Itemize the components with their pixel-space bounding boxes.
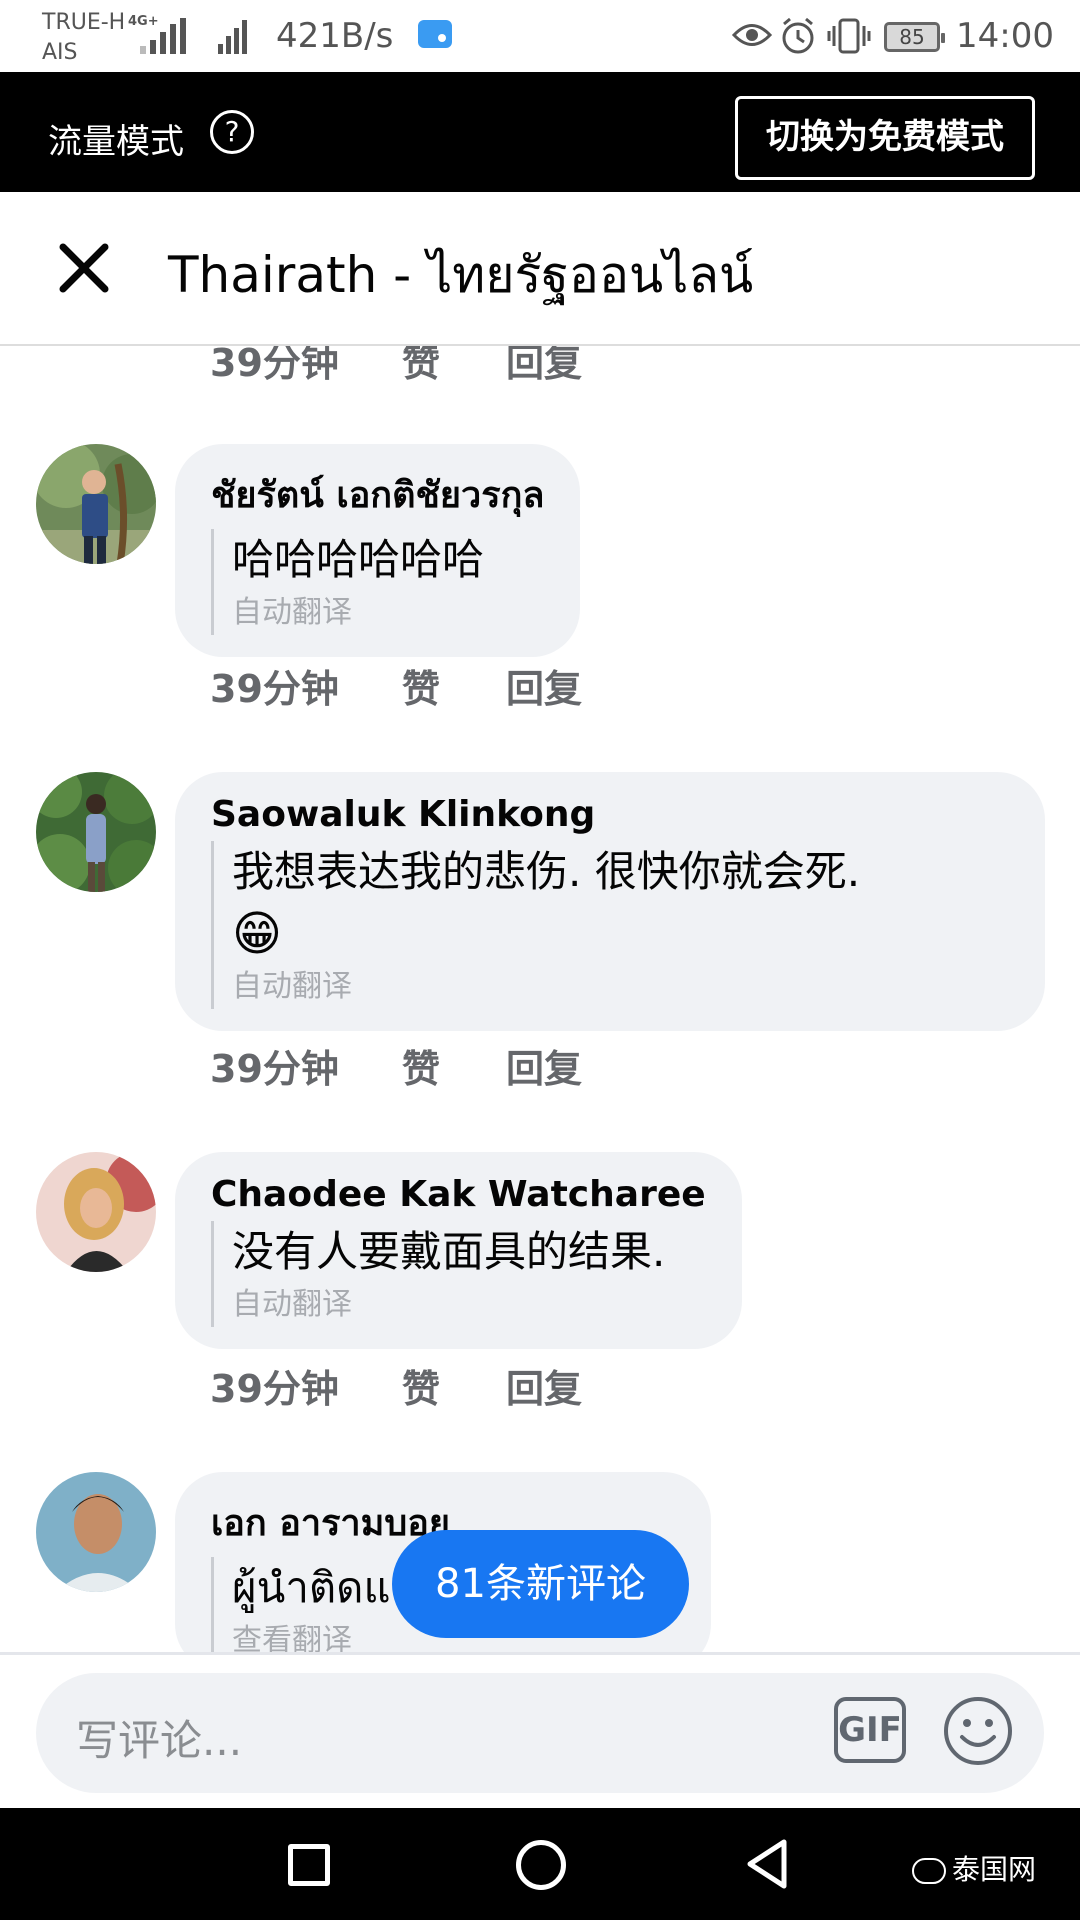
like-button[interactable]: 赞 <box>402 1038 506 1093</box>
comment-time: 39分钟 <box>210 667 339 711</box>
comment-time: 39分钟 <box>210 1367 339 1411</box>
signal-icon <box>140 18 186 54</box>
close-icon[interactable] <box>58 242 110 294</box>
carrier-name: TRUE-H <box>42 10 126 35</box>
comment-author[interactable]: Saowaluk Klinkong <box>211 794 1009 835</box>
comment-body: 哈哈哈哈哈哈 自动翻译 <box>211 529 544 635</box>
clock: 14:00 <box>956 16 1054 56</box>
comment-bubble[interactable]: ชัยรัตน์ เอกติชัยวรกุล 哈哈哈哈哈哈 自动翻译 <box>175 444 581 657</box>
status-bar: TRUE-H AIS 4G+ 421B/s 85 14:00 <box>0 0 1080 72</box>
comment-composer: 写评论... GIF <box>0 1652 1080 1808</box>
data-mode-banner: 流量模式 ? 切换为免费模式 <box>0 72 1080 192</box>
comment-time: 39分钟 <box>210 346 339 385</box>
auto-translate-label[interactable]: 自动翻译 <box>232 965 1009 1009</box>
battery-icon: 85 <box>884 22 945 52</box>
avatar[interactable] <box>36 1152 156 1272</box>
auto-translate-label[interactable]: 自动翻译 <box>232 591 544 635</box>
back-icon[interactable] <box>744 1838 790 1890</box>
comment-body: 我想表达我的悲伤. 很快你就会死. 😁 自动翻译 <box>211 841 1009 1009</box>
watermark-text: 泰国网 <box>952 1853 1037 1886</box>
watermark: 泰国网 <box>912 1848 1036 1888</box>
like-button[interactable]: 赞 <box>402 658 506 713</box>
comment-author[interactable]: ชัยรัตน์ เอกติชัยวรกุล <box>211 466 544 523</box>
home-button[interactable] <box>516 1840 566 1890</box>
like-button[interactable]: 赞 <box>402 1358 506 1413</box>
emoji-icon[interactable] <box>942 1695 1014 1767</box>
comment-actions: 39分钟 赞回复 <box>210 658 582 713</box>
comment-bubble[interactable]: Saowaluk Klinkong 我想表达我的悲伤. 很快你就会死. 😁 自动… <box>175 772 1045 1031</box>
reply-button[interactable]: 回复 <box>506 1358 582 1413</box>
comment-actions: 39分钟 赞回复 <box>210 1358 582 1413</box>
avatar[interactable] <box>36 1472 156 1592</box>
comment-time: 39分钟 <box>210 1047 339 1091</box>
system-nav-bar: 泰国网 <box>0 1808 1080 1920</box>
comment-list[interactable]: 39分钟赞回复 ชัยรัตน์ เอกติชัยวรกุล 哈哈哈哈哈哈 自动… <box>0 346 1080 1652</box>
reply-button[interactable]: 回复 <box>506 658 582 713</box>
new-comments-button[interactable]: 81条新评论 <box>392 1530 689 1638</box>
signal-icon <box>218 20 247 54</box>
reply-button[interactable]: 回复 <box>506 1038 582 1093</box>
gif-button[interactable]: GIF <box>834 1697 906 1763</box>
comment-input-placeholder: 写评论... <box>76 1716 243 1765</box>
switch-to-free-mode-button[interactable]: 切换为免费模式 <box>735 96 1035 180</box>
comment-text: 没有人要戴面具的结果. <box>232 1227 666 1276</box>
comment-body: 没有人要戴面具的结果. 自动翻译 <box>211 1221 706 1327</box>
network-speed: 421B/s <box>276 16 394 56</box>
page-title: Thairath - ไทยรัฐออนไลน์ <box>168 246 754 304</box>
comment-bubble[interactable]: Chaodee Kak Watcharee 没有人要戴面具的结果. 自动翻译 <box>175 1152 742 1349</box>
comment-text: 我想表达我的悲伤. 很快你就会死. <box>232 847 861 896</box>
comment-input[interactable]: 写评论... GIF <box>36 1673 1044 1793</box>
message-icon <box>418 20 452 48</box>
comment-actions: 39分钟 赞回复 <box>210 1038 582 1093</box>
data-mode-label: 流量模式 <box>48 122 184 162</box>
comment-actions: 39分钟 赞回复 <box>210 346 582 387</box>
comment-author[interactable]: Chaodee Kak Watcharee <box>211 1174 706 1215</box>
carrier-name-secondary: AIS <box>42 40 78 65</box>
avatar[interactable] <box>36 444 156 564</box>
recent-apps-button[interactable] <box>288 1844 330 1886</box>
alarm-icon <box>782 17 814 54</box>
like-button[interactable]: 赞 <box>402 346 506 387</box>
help-icon[interactable]: ? <box>210 110 254 154</box>
reply-button[interactable]: 回复 <box>506 346 582 387</box>
vibrate-icon <box>827 18 871 54</box>
eye-icon <box>732 24 772 46</box>
comment-text: 哈哈哈哈哈哈 <box>232 535 485 584</box>
wechat-logo-icon <box>912 1858 946 1884</box>
avatar[interactable] <box>36 772 156 892</box>
title-bar: Thairath - ไทยรัฐออนไลน์ <box>0 192 1080 346</box>
auto-translate-label[interactable]: 自动翻译 <box>232 1283 706 1327</box>
grinning-emoji: 😁 <box>232 906 283 962</box>
